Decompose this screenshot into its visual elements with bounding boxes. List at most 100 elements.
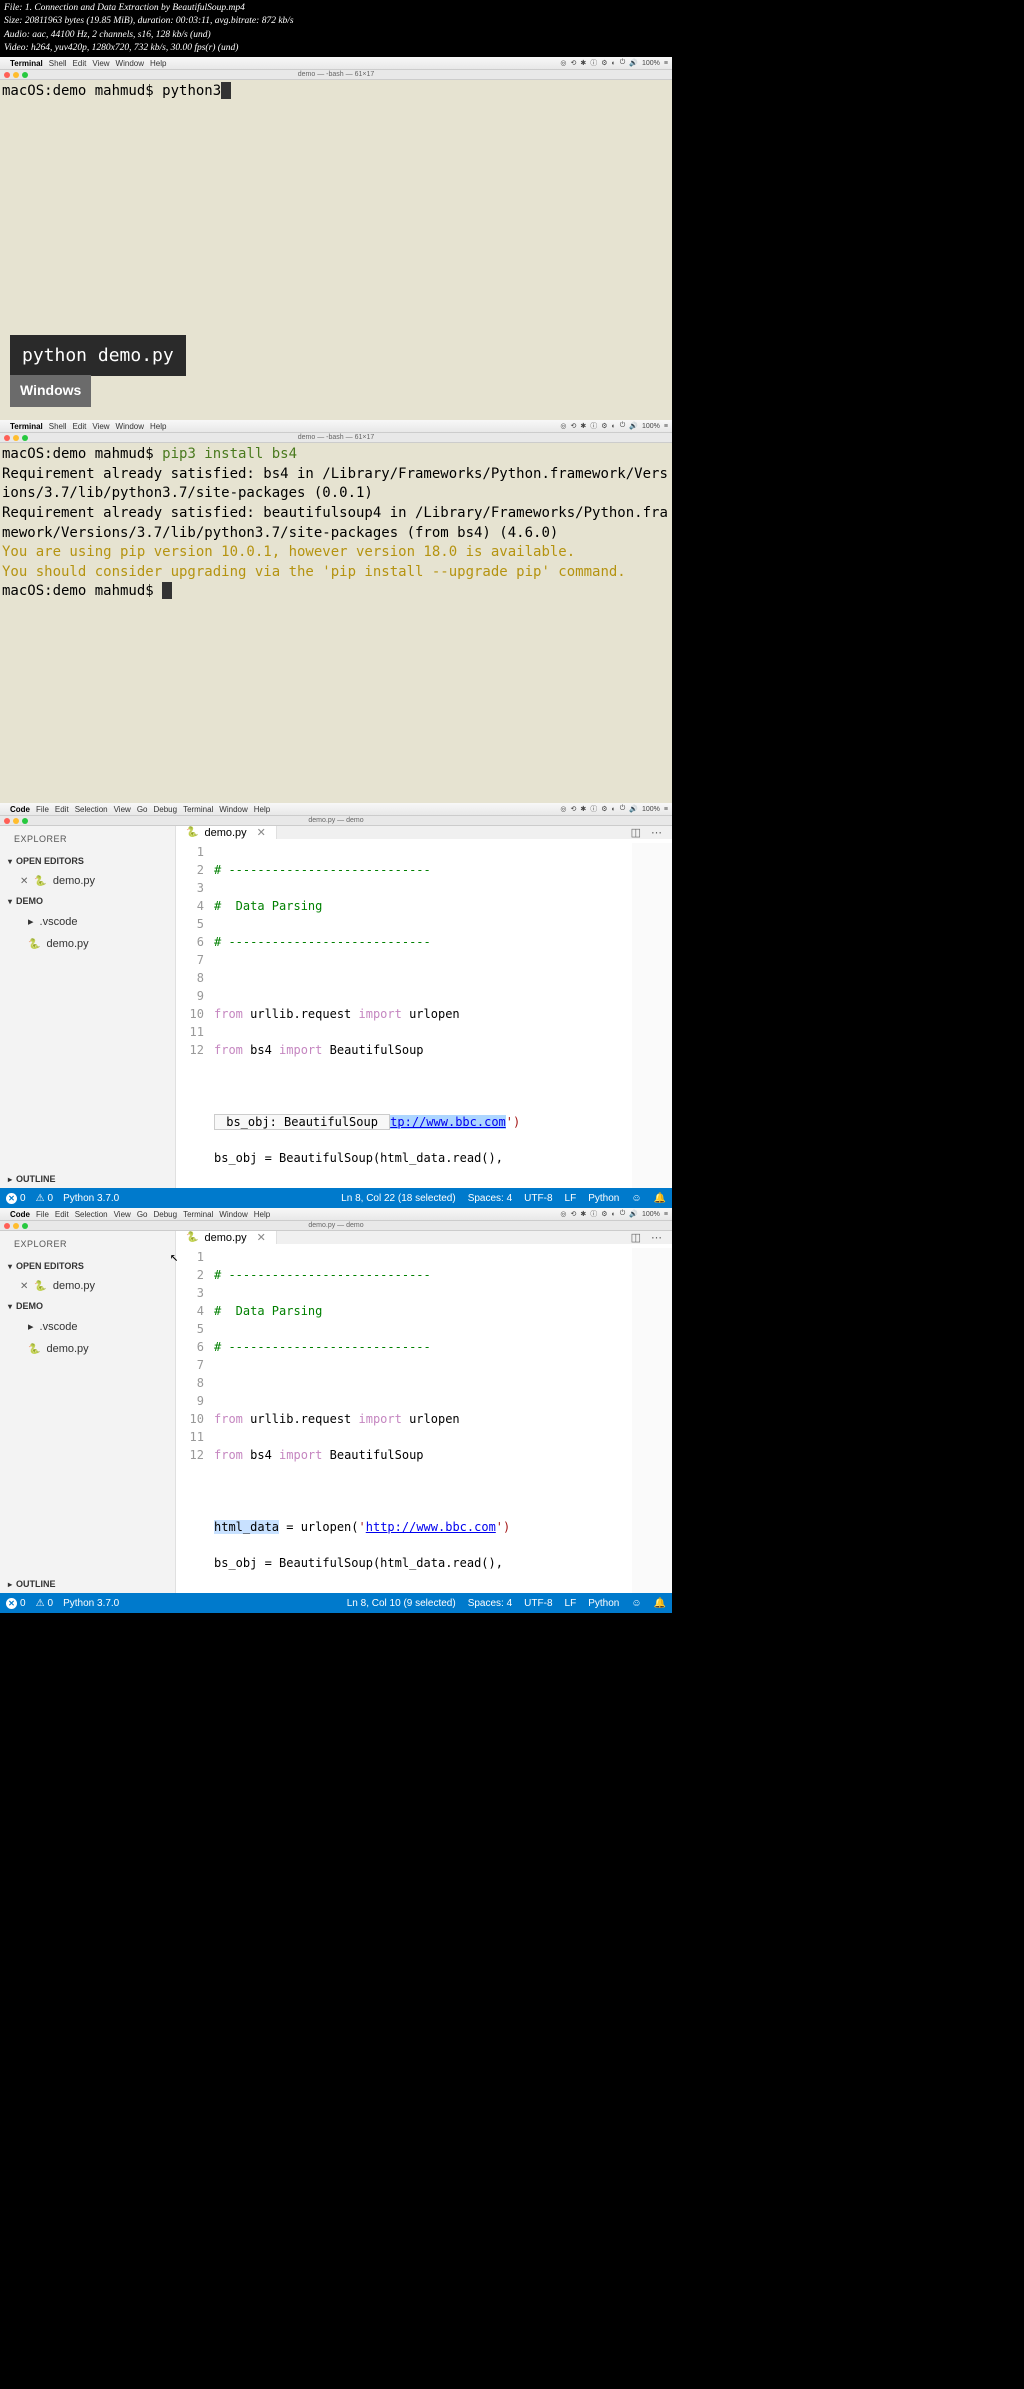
menubar-app[interactable]: Code — [10, 805, 30, 814]
warnings-count[interactable]: ⚠0 — [36, 1193, 54, 1204]
cursor-pointer-icon: ↖ — [170, 1248, 178, 1266]
cursor-position[interactable]: Ln 8, Col 10 (9 selected) — [347, 1598, 456, 1609]
window-title: demo — -bash — 61×17 — [298, 434, 374, 441]
maximize-button[interactable] — [22, 435, 28, 441]
folder-vscode[interactable]: ▸.vscode — [0, 910, 175, 933]
menu-terminal[interactable]: Terminal — [183, 805, 213, 814]
menu-shell[interactable]: Shell — [49, 422, 67, 431]
encoding[interactable]: UTF-8 — [524, 1193, 552, 1204]
errors-count[interactable]: ✕0 — [6, 1598, 26, 1609]
menu-selection[interactable]: Selection — [75, 1210, 108, 1219]
menu-edit[interactable]: Edit — [73, 422, 87, 431]
menu-view[interactable]: View — [114, 805, 131, 814]
open-editor-item[interactable]: ✕🐍demo.py — [0, 870, 175, 892]
pip-output-2: Requirement already satisfied: beautiful… — [2, 504, 670, 543]
menu-help[interactable]: Help — [254, 805, 270, 814]
close-tab-icon[interactable]: ✕ — [257, 1231, 266, 1244]
minimap[interactable] — [632, 1248, 672, 1593]
language-mode[interactable]: Python — [588, 1598, 619, 1609]
indentation[interactable]: Spaces: 4 — [468, 1598, 512, 1609]
python-version[interactable]: Python 3.7.0 — [63, 1193, 119, 1204]
menu-selection[interactable]: Selection — [75, 805, 108, 814]
close-button[interactable] — [4, 1223, 10, 1229]
python-file-icon: 🐍 — [34, 1281, 46, 1292]
close-icon[interactable]: ✕ — [20, 1281, 28, 1292]
split-editor-icon[interactable]: ◫ — [631, 1231, 641, 1244]
code-content[interactable]: # ---------------------------- # Data Pa… — [214, 843, 632, 1188]
minimize-button[interactable] — [13, 72, 19, 78]
menu-edit[interactable]: Edit — [55, 805, 69, 814]
maximize-button[interactable] — [22, 72, 28, 78]
demo-folder-section[interactable]: ▾DEMO — [0, 1297, 175, 1315]
menu-go[interactable]: Go — [137, 805, 148, 814]
feedback-icon[interactable]: ☺ — [631, 1193, 641, 1204]
cursor-position[interactable]: Ln 8, Col 22 (18 selected) — [341, 1193, 456, 1204]
menubar-app[interactable]: Code — [10, 1210, 30, 1219]
outline-section[interactable]: ▸OUTLINE — [0, 1170, 175, 1188]
code-editor[interactable]: ↖ 123456789 101112 # -------------------… — [176, 1244, 672, 1593]
split-editor-icon[interactable]: ◫ — [631, 826, 641, 839]
demo-folder-section[interactable]: ▾DEMO — [0, 892, 175, 910]
errors-count[interactable]: ✕0 — [6, 1193, 26, 1204]
tab-demo-py[interactable]: 🐍 demo.py ✕ — [176, 826, 277, 839]
notifications-icon[interactable]: 🔔 — [654, 1193, 666, 1204]
close-icon[interactable]: ✕ — [20, 876, 28, 887]
file-demo-py[interactable]: 🐍demo.py — [0, 933, 175, 955]
maximize-button[interactable] — [22, 1223, 28, 1229]
close-button[interactable] — [4, 435, 10, 441]
language-mode[interactable]: Python — [588, 1193, 619, 1204]
menu-window[interactable]: Window — [116, 422, 144, 431]
notifications-icon[interactable]: 🔔 — [654, 1598, 666, 1609]
close-button[interactable] — [4, 72, 10, 78]
menu-help[interactable]: Help — [150, 59, 166, 68]
feedback-icon[interactable]: ☺ — [631, 1598, 641, 1609]
terminal-1[interactable]: macOS:demo mahmud$ python3 python demo.p… — [0, 80, 672, 420]
folder-vscode[interactable]: ▸.vscode — [0, 1315, 175, 1338]
open-editor-item[interactable]: ✕🐍demo.py — [0, 1275, 175, 1297]
terminal-2[interactable]: macOS:demo mahmud$ pip3 install bs4 Requ… — [0, 443, 672, 803]
menubar-app[interactable]: Terminal — [10, 59, 43, 68]
open-editors-section[interactable]: ▾OPEN EDITORS — [0, 852, 175, 870]
tab-demo-py[interactable]: 🐍 demo.py ✕ — [176, 1231, 277, 1244]
code-content[interactable]: # ---------------------------- # Data Pa… — [214, 1248, 632, 1593]
open-editors-section[interactable]: ▾OPEN EDITORS — [0, 1257, 175, 1275]
minimize-button[interactable] — [13, 435, 19, 441]
code-editor[interactable]: 123456789 101112 # ---------------------… — [176, 839, 672, 1188]
more-actions-icon[interactable]: ⋯ — [651, 826, 662, 839]
eol[interactable]: LF — [565, 1193, 577, 1204]
indentation[interactable]: Spaces: 4 — [468, 1193, 512, 1204]
menu-help[interactable]: Help — [150, 422, 166, 431]
more-actions-icon[interactable]: ⋯ — [651, 1231, 662, 1244]
close-button[interactable] — [4, 818, 10, 824]
menu-edit[interactable]: Edit — [55, 1210, 69, 1219]
cursor — [162, 582, 172, 599]
menu-debug[interactable]: Debug — [153, 1210, 177, 1219]
encoding[interactable]: UTF-8 — [524, 1598, 552, 1609]
menu-window[interactable]: Window — [219, 1210, 247, 1219]
menu-view[interactable]: View — [92, 59, 109, 68]
menu-file[interactable]: File — [36, 805, 49, 814]
minimap[interactable] — [632, 843, 672, 1188]
menu-go[interactable]: Go — [137, 1210, 148, 1219]
outline-section[interactable]: ▸OUTLINE — [0, 1575, 175, 1593]
close-tab-icon[interactable]: ✕ — [257, 826, 266, 839]
chevron-down-icon: ▾ — [8, 897, 12, 906]
menubar-app[interactable]: Terminal — [10, 422, 43, 431]
menu-edit[interactable]: Edit — [73, 59, 87, 68]
menu-file[interactable]: File — [36, 1210, 49, 1219]
menu-view[interactable]: View — [92, 422, 109, 431]
menu-shell[interactable]: Shell — [49, 59, 67, 68]
menu-debug[interactable]: Debug — [153, 805, 177, 814]
maximize-button[interactable] — [22, 818, 28, 824]
warnings-count[interactable]: ⚠0 — [36, 1598, 54, 1609]
eol[interactable]: LF — [565, 1598, 577, 1609]
python-version[interactable]: Python 3.7.0 — [63, 1598, 119, 1609]
file-demo-py[interactable]: 🐍demo.py — [0, 1338, 175, 1360]
minimize-button[interactable] — [13, 1223, 19, 1229]
menu-window[interactable]: Window — [116, 59, 144, 68]
menu-terminal[interactable]: Terminal — [183, 1210, 213, 1219]
menu-help[interactable]: Help — [254, 1210, 270, 1219]
menu-window[interactable]: Window — [219, 805, 247, 814]
minimize-button[interactable] — [13, 818, 19, 824]
menu-view[interactable]: View — [114, 1210, 131, 1219]
